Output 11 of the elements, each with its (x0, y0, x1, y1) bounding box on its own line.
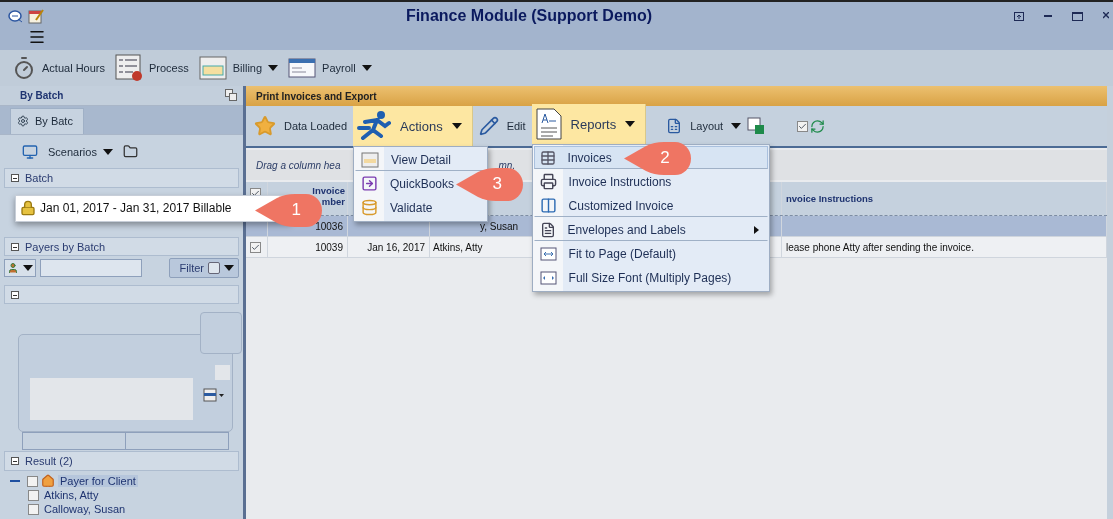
panel-title: Print Invoices and Export (256, 90, 377, 102)
step-tooltip: 2 (623, 141, 692, 175)
table-cell: 10039 (315, 241, 343, 253)
table-cell: y, Susan (480, 220, 519, 232)
panel-title: By Batch (20, 89, 64, 101)
table-cell: lease phone Atty after sending the invoice. (786, 241, 974, 253)
table-cell: Atkins, Atty (433, 241, 483, 253)
table-cell: 10036 (315, 220, 343, 232)
window-title: Finance Module (Support Demo) (404, 7, 654, 25)
table-cell: Jan 16, 2017 (367, 241, 425, 253)
group-hint: Drag a column hea (256, 159, 341, 171)
